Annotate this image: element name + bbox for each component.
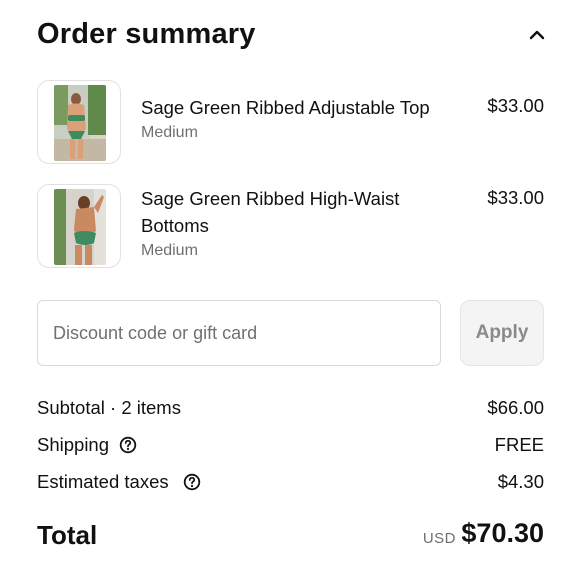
- question-circle-icon[interactable]: [119, 436, 137, 454]
- subtotal-row: Subtotal · 2 items $66.00: [37, 397, 544, 423]
- product-price: $33.00: [487, 95, 544, 116]
- taxes-row: Estimated taxes $4.30: [37, 471, 544, 497]
- apply-button[interactable]: Apply: [460, 300, 544, 366]
- taxes-label: Estimated taxes: [37, 471, 169, 492]
- currency-code: USD: [422, 530, 456, 547]
- taxes-value: $4.30: [497, 471, 544, 492]
- subtotal-label: Subtotal · 2 items: [37, 397, 181, 418]
- subtotal-value: $66.00: [487, 397, 544, 418]
- chevron-up-icon[interactable]: [528, 28, 546, 42]
- total-label: Total: [37, 520, 98, 550]
- discount-code-input[interactable]: [37, 300, 441, 366]
- total-value: $70.30: [461, 518, 544, 548]
- product-variant: Medium: [141, 124, 198, 141]
- product-thumbnail: [37, 184, 121, 268]
- product-photo: [54, 85, 106, 161]
- line-item: Sage Green Ribbed Adjustable Top Medium …: [0, 78, 580, 168]
- question-circle-icon[interactable]: [183, 473, 201, 491]
- order-summary-header[interactable]: Order summary: [0, 0, 580, 66]
- product-name: Sage Green Ribbed Adjustable Top: [141, 97, 430, 118]
- page-title: Order summary: [37, 18, 256, 50]
- line-item: Sage Green Ribbed High-Waist Bottoms Med…: [0, 182, 580, 272]
- product-price: $33.00: [487, 187, 544, 208]
- shipping-value: FREE: [494, 434, 544, 455]
- shipping-label: Shipping: [37, 434, 110, 455]
- product-variant: Medium: [141, 242, 198, 259]
- product-name: Sage Green Ribbed High-Waist Bottoms: [141, 188, 400, 236]
- product-thumbnail: [37, 80, 121, 164]
- product-photo: [54, 189, 106, 265]
- shipping-row: Shipping FREE: [37, 434, 544, 460]
